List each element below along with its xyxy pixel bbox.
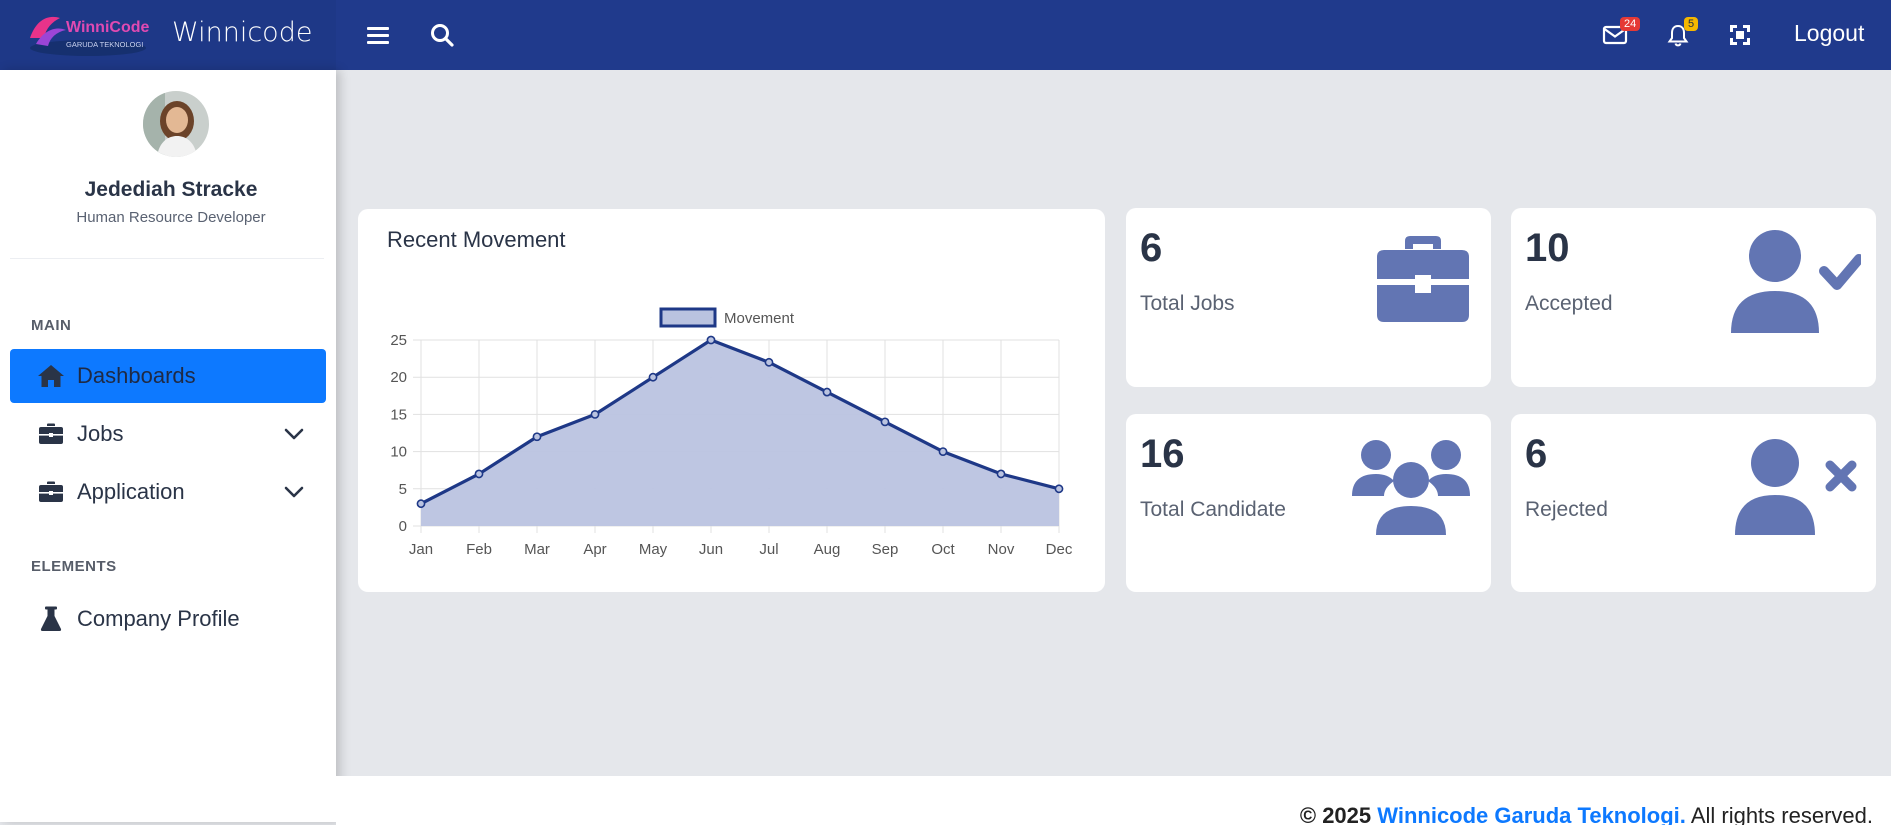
x-tick-label: Nov: [988, 541, 1015, 558]
sidebar: Jedediah Stracke Human Resource Develope…: [0, 70, 336, 822]
data-point: [416, 499, 426, 509]
menu-icon: [367, 27, 389, 44]
data-point: [764, 357, 774, 367]
x-tick-label: Aug: [814, 541, 841, 558]
sidebar-divider: [10, 258, 324, 259]
stat-value: 6: [1525, 432, 1548, 476]
data-point: [648, 372, 658, 382]
chevron-down-icon: [284, 428, 304, 440]
bell-badge: 5: [1684, 17, 1699, 31]
x-tick-label: Feb: [466, 541, 492, 558]
briefcase-icon: [37, 421, 65, 447]
brand-logo-text: WinniCode: [66, 19, 150, 36]
x-tick-label: Apr: [583, 541, 606, 558]
x-tick-label: Jun: [699, 541, 723, 558]
notifications-button[interactable]: 5: [1661, 17, 1699, 52]
y-tick-label: 15: [390, 406, 407, 423]
brand-logo-subtext: GARUDA TEKNOLOGI: [66, 40, 143, 49]
movement-chart: 0 5 10 15 20 25 Jan Feb Mar Apr May Jun Jul Aug Sep Oct…: [390, 307, 1073, 558]
y-tick-label: 10: [390, 444, 407, 461]
footer-company-link[interactable]: Winnicode Garuda Teknologi.: [1377, 803, 1686, 825]
user-xmark-icon: [1735, 439, 1857, 535]
data-point: [1054, 484, 1064, 494]
x-tick-label: Sep: [872, 541, 899, 558]
messages-button[interactable]: 24: [1598, 17, 1641, 52]
sidebar-item-application[interactable]: Application: [10, 465, 326, 519]
mail-badge: 24: [1620, 17, 1641, 31]
sidebar-item-label: Application: [77, 479, 185, 504]
stat-label: Total Jobs: [1140, 292, 1235, 315]
data-point: [822, 387, 832, 397]
x-tick-label: Jan: [409, 541, 433, 558]
menu-toggle-button[interactable]: [361, 18, 395, 52]
data-point: [938, 447, 948, 456]
y-tick-label: 20: [390, 369, 407, 386]
brand-name: Winnicode: [172, 17, 313, 48]
home-icon: [37, 363, 65, 389]
legend-swatch: [659, 307, 717, 328]
sidebar-item-company-profile[interactable]: Company Profile: [10, 592, 326, 646]
stat-label: Rejected: [1525, 498, 1608, 521]
x-tick-label: Dec: [1046, 541, 1073, 558]
fullscreen-button[interactable]: [1723, 18, 1757, 52]
footer: © 2025 Winnicode Garuda Teknologi. All r…: [336, 776, 1891, 825]
flask-icon: [37, 606, 65, 632]
search-icon: [431, 24, 454, 47]
user-name: Jedediah Stracke: [84, 178, 258, 201]
x-tick-label: Jul: [759, 541, 778, 558]
y-tick-label: 0: [399, 518, 407, 535]
users-icon: [1352, 440, 1470, 535]
x-tick-label: May: [639, 541, 668, 558]
briefcase-icon: [37, 479, 65, 505]
section-title-main: MAIN: [31, 317, 72, 334]
y-tick-label: 5: [399, 481, 407, 498]
stat-label: Accepted: [1525, 292, 1613, 315]
user-role: Human Resource Developer: [76, 209, 266, 226]
chart-card: Recent Movement 0 5 10 15 20 25 Jan Feb Mar Apr Ma…: [358, 209, 1105, 592]
footer-rights: All rights reserved.: [1690, 803, 1873, 825]
stat-card-rejected[interactable]: 6 Rejected: [1511, 414, 1876, 592]
sidebar-item-label: Jobs: [77, 421, 124, 446]
x-tick-label: Oct: [931, 541, 955, 558]
brand[interactable]: WinniCode GARUDA TEKNOLOGI Winnicode: [0, 0, 336, 70]
fullscreen-icon: [1730, 25, 1750, 45]
user-check-icon: [1731, 230, 1861, 333]
legend-label: Movement: [724, 310, 795, 327]
y-tick-label: 25: [390, 332, 407, 349]
stat-card-accepted[interactable]: 10 Accepted: [1511, 208, 1876, 387]
sidebar-item-dashboards[interactable]: Dashboards: [10, 349, 326, 403]
sidebar-item-jobs[interactable]: Jobs: [10, 407, 326, 461]
x-tick-label: Mar: [524, 541, 550, 558]
brand-logo: WinniCode GARUDA TEKNOLOGI: [30, 16, 150, 56]
sidebar-item-label: Company Profile: [77, 606, 240, 631]
stat-card-total-jobs[interactable]: 6 Total Jobs: [1126, 208, 1491, 387]
stat-value: 10: [1525, 226, 1570, 270]
briefcase-icon: [1377, 236, 1469, 322]
stat-value: 16: [1140, 432, 1185, 476]
series-area-fill: [421, 340, 1059, 526]
data-point: [532, 432, 542, 442]
logout-button[interactable]: Logout: [1794, 20, 1864, 47]
footer-copyright: © 2025: [1299, 803, 1372, 825]
footer-text: © 2025 Winnicode Garuda Teknologi. All r…: [1300, 803, 1873, 825]
data-point: [706, 335, 716, 345]
avatar[interactable]: [143, 91, 209, 157]
section-title-elements: ELEMENTS: [31, 558, 117, 575]
data-point: [590, 409, 600, 419]
data-point: [996, 469, 1006, 479]
search-button[interactable]: [425, 18, 459, 52]
top-navbar: WinniCode GARUDA TEKNOLOGI Winnicode 24 …: [0, 0, 1891, 70]
sidebar-item-label: Dashboards: [77, 363, 196, 388]
data-point: [474, 469, 484, 479]
stat-value: 6: [1140, 226, 1163, 270]
chevron-down-icon: [284, 486, 304, 498]
data-point: [880, 417, 890, 427]
stat-card-total-candidate[interactable]: 16 Total Candidate: [1126, 414, 1491, 592]
stat-label: Total Candidate: [1140, 498, 1286, 521]
